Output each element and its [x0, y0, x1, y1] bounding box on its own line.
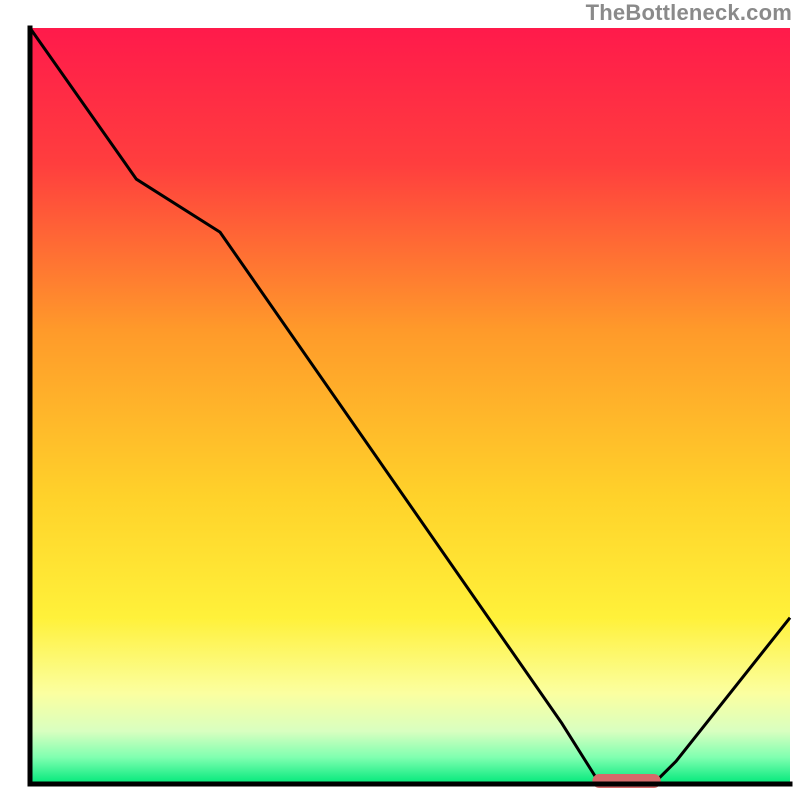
plot-background	[30, 28, 790, 784]
bottleneck-chart	[0, 0, 800, 800]
chart-container: TheBottleneck.com	[0, 0, 800, 800]
watermark-label: TheBottleneck.com	[586, 0, 792, 26]
